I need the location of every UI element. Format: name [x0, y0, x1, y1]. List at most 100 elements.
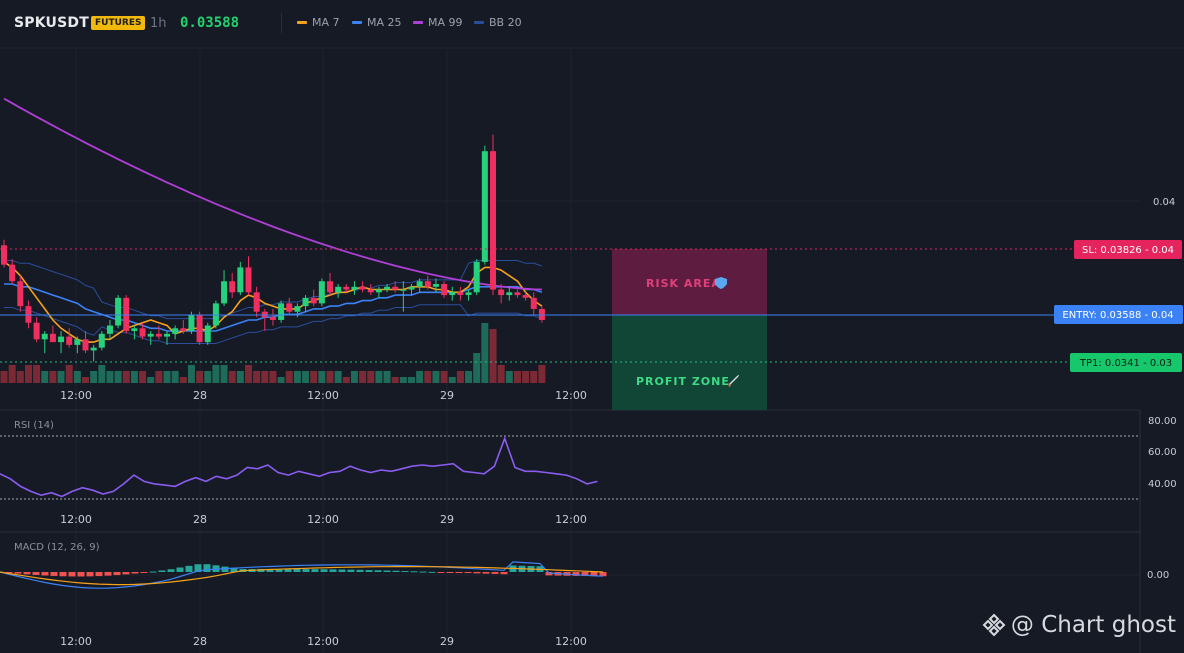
rsi-title: RSI (14) [14, 420, 54, 431]
macd-histogram-bar [419, 571, 427, 573]
candle-body [196, 314, 203, 343]
candle-body [25, 306, 32, 323]
volume-bar [522, 371, 530, 383]
time-axis-label: 28 [193, 635, 207, 648]
volume-bar [285, 371, 293, 383]
volume-bar [261, 371, 269, 383]
candle-body [392, 286, 399, 290]
time-axis-label: 28 [193, 513, 207, 526]
time-axis-label: 29 [440, 635, 454, 648]
candle-body [432, 284, 439, 287]
bollinger-bands [4, 260, 543, 344]
macd-histogram-bar [131, 572, 139, 574]
macd-histogram-bar [491, 572, 499, 574]
macd-histogram-bar [104, 572, 112, 576]
candle-body [473, 261, 480, 293]
candle-body [74, 339, 81, 345]
volume-bar [367, 371, 375, 383]
time-axis-label: 12:00 [307, 635, 339, 648]
volume-bar [65, 365, 73, 383]
macd-histogram-bar [32, 572, 40, 575]
candle-body [375, 289, 382, 293]
profit-zone-label: PROFIT ZONE [636, 375, 730, 388]
candle-body [66, 336, 73, 345]
volume-bar [538, 365, 546, 383]
volume-bar [139, 371, 147, 383]
macd-histogram-bar [95, 572, 103, 577]
macd-histogram-bar [464, 572, 472, 574]
candle-body [17, 281, 24, 307]
candle-body [498, 289, 505, 296]
candle-body [530, 297, 537, 309]
binance-logo-icon [982, 613, 1006, 637]
chart-canvas[interactable]: RISK AREA PROFIT ZONE SL: 0.03826 - 0.04… [0, 0, 1184, 653]
candle-body [245, 267, 252, 293]
volume-bar [465, 371, 473, 383]
watermark-text: @ Chart ghost [1010, 612, 1176, 638]
volume-bar [375, 371, 383, 383]
macd-histogram-bar [50, 572, 58, 576]
volume-bar [293, 371, 301, 383]
candle-body [457, 292, 464, 296]
volume-bar [350, 371, 358, 383]
macd-histogram-bar [455, 572, 463, 573]
volume-bar [163, 371, 171, 383]
volume-bar [440, 371, 448, 383]
macd-histogram-bar [500, 572, 508, 575]
macd-histogram-bar [23, 572, 31, 575]
macd-histogram-bar [410, 571, 418, 573]
time-axis-label: 12:00 [60, 389, 92, 402]
volume-bar [399, 377, 407, 383]
candle-body [115, 297, 122, 326]
volume-bar [122, 371, 130, 383]
candle-body [367, 289, 374, 293]
volume-bar [432, 371, 440, 383]
candle-body [58, 336, 65, 343]
macd-histogram-bar [167, 569, 175, 572]
volume-bar [16, 371, 24, 383]
time-axis-label: 12:00 [60, 635, 92, 648]
rsi-tick-80: 80.00 [1148, 416, 1177, 427]
rsi-tick-60: 60.00 [1148, 447, 1177, 458]
candle-body [172, 328, 179, 334]
volume-bar [342, 377, 350, 383]
candle-body [408, 286, 415, 290]
candle-body [147, 333, 154, 337]
macd-histogram-bar [356, 569, 364, 572]
candle-body [155, 333, 162, 337]
watermark: @ Chart ghost [981, 612, 1176, 638]
tp-tag-text: TP1: 0.0341 - 0.03 [1079, 358, 1172, 369]
candle-body [481, 151, 488, 262]
candle-body [98, 333, 105, 348]
volume-bar [24, 365, 32, 383]
volume-bar [147, 377, 155, 383]
time-axis-label: 29 [440, 389, 454, 402]
macd-histogram-bar [86, 572, 94, 577]
risk-area-label: RISK AREA [646, 277, 721, 290]
candle-body [522, 295, 529, 298]
macd-histogram-bar [176, 567, 184, 572]
candle-body [310, 297, 317, 304]
macd-histogram-bar [428, 571, 436, 573]
candle-body [416, 281, 423, 287]
macd-histogram-bar [68, 572, 76, 577]
candle-body [424, 281, 431, 287]
candlesticks [1, 134, 545, 362]
candle-body [90, 347, 97, 351]
macd-histogram-bar [329, 569, 337, 572]
candle-body [538, 308, 545, 320]
rsi-line [0, 436, 598, 498]
volume-bar [391, 377, 399, 383]
candle-body [506, 292, 513, 296]
volume-bar [269, 371, 277, 383]
candle-body [237, 267, 244, 293]
volume-bar [130, 371, 138, 383]
volume-bar [310, 371, 318, 383]
volume-bar [513, 371, 521, 383]
volume-bar [505, 371, 513, 383]
volume-bars [0, 323, 546, 383]
volume-bar [41, 371, 49, 383]
candle-body [204, 325, 211, 343]
volume-bar [334, 371, 342, 383]
volume-bar [90, 371, 98, 383]
